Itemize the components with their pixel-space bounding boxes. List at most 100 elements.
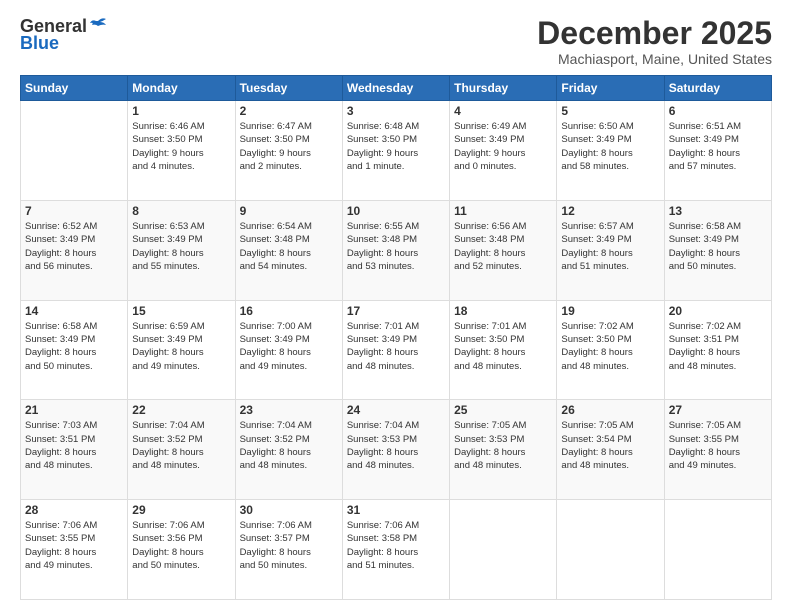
calendar-cell: 13 Sunrise: 6:58 AM Sunset: 3:49 PM Dayli… xyxy=(664,200,771,300)
day-number: 24 xyxy=(347,403,445,417)
day-number: 17 xyxy=(347,304,445,318)
day-info: Sunrise: 7:05 AM Sunset: 3:53 PM Dayligh… xyxy=(454,419,552,472)
day-number: 26 xyxy=(561,403,659,417)
weekday-header: Monday xyxy=(128,76,235,101)
calendar-cell: 18 Sunrise: 7:01 AM Sunset: 3:50 PM Dayli… xyxy=(450,300,557,400)
day-number: 7 xyxy=(25,204,123,218)
day-number: 19 xyxy=(561,304,659,318)
calendar-cell: 27 Sunrise: 7:05 AM Sunset: 3:55 PM Dayli… xyxy=(664,400,771,500)
day-number: 25 xyxy=(454,403,552,417)
day-info: Sunrise: 6:58 AM Sunset: 3:49 PM Dayligh… xyxy=(25,320,123,373)
calendar-cell: 19 Sunrise: 7:02 AM Sunset: 3:50 PM Dayli… xyxy=(557,300,664,400)
day-number: 28 xyxy=(25,503,123,517)
day-info: Sunrise: 7:04 AM Sunset: 3:53 PM Dayligh… xyxy=(347,419,445,472)
calendar-table: SundayMondayTuesdayWednesdayThursdayFrid… xyxy=(20,75,772,600)
day-info: Sunrise: 6:46 AM Sunset: 3:50 PM Dayligh… xyxy=(132,120,230,173)
day-number: 15 xyxy=(132,304,230,318)
calendar-cell: 22Sunrise: 7:04 AM Sunset: 3:52 PM Dayli… xyxy=(128,400,235,500)
day-number: 4 xyxy=(454,104,552,118)
day-info: Sunrise: 6:51 AM Sunset: 3:49 PM Dayligh… xyxy=(669,120,767,173)
day-info: Sunrise: 6:48 AM Sunset: 3:50 PM Dayligh… xyxy=(347,120,445,173)
day-number: 27 xyxy=(669,403,767,417)
calendar-week-row: 21 Sunrise: 7:03 AM Sunset: 3:51 PM Dayli… xyxy=(21,400,772,500)
calendar-cell: 24 Sunrise: 7:04 AM Sunset: 3:53 PM Dayli… xyxy=(342,400,449,500)
day-number: 21 xyxy=(25,403,123,417)
weekday-header: Saturday xyxy=(664,76,771,101)
day-number: 20 xyxy=(669,304,767,318)
header: General Blue December 2025 Machiasport, … xyxy=(20,16,772,67)
title-area: December 2025 Machiasport, Maine, United… xyxy=(537,16,772,67)
calendar-week-row: 28 Sunrise: 7:06 AM Sunset: 3:55 PM Dayli… xyxy=(21,500,772,600)
calendar-cell: 14Sunrise: 6:58 AM Sunset: 3:49 PM Dayli… xyxy=(21,300,128,400)
day-number: 10 xyxy=(347,204,445,218)
calendar-cell: 11 Sunrise: 6:56 AM Sunset: 3:48 PM Dayli… xyxy=(450,200,557,300)
day-info: Sunrise: 7:01 AM Sunset: 3:50 PM Dayligh… xyxy=(454,320,552,373)
calendar-cell xyxy=(21,101,128,201)
calendar-cell: 12Sunrise: 6:57 AM Sunset: 3:49 PM Dayli… xyxy=(557,200,664,300)
day-info: Sunrise: 6:54 AM Sunset: 3:48 PM Dayligh… xyxy=(240,220,338,273)
day-info: Sunrise: 6:50 AM Sunset: 3:49 PM Dayligh… xyxy=(561,120,659,173)
day-info: Sunrise: 6:58 AM Sunset: 3:49 PM Dayligh… xyxy=(669,220,767,273)
day-number: 2 xyxy=(240,104,338,118)
day-info: Sunrise: 7:00 AM Sunset: 3:49 PM Dayligh… xyxy=(240,320,338,373)
day-info: Sunrise: 6:47 AM Sunset: 3:50 PM Dayligh… xyxy=(240,120,338,173)
day-info: Sunrise: 6:53 AM Sunset: 3:49 PM Dayligh… xyxy=(132,220,230,273)
calendar-cell: 2 Sunrise: 6:47 AM Sunset: 3:50 PM Daylig… xyxy=(235,101,342,201)
calendar-cell: 17 Sunrise: 7:01 AM Sunset: 3:49 PM Dayli… xyxy=(342,300,449,400)
calendar-cell: 21 Sunrise: 7:03 AM Sunset: 3:51 PM Dayli… xyxy=(21,400,128,500)
location: Machiasport, Maine, United States xyxy=(537,51,772,67)
calendar-cell: 29Sunrise: 7:06 AM Sunset: 3:56 PM Dayli… xyxy=(128,500,235,600)
month-title: December 2025 xyxy=(537,16,772,51)
day-number: 16 xyxy=(240,304,338,318)
calendar-cell: 26 Sunrise: 7:05 AM Sunset: 3:54 PM Dayli… xyxy=(557,400,664,500)
day-number: 31 xyxy=(347,503,445,517)
day-number: 13 xyxy=(669,204,767,218)
calendar-cell: 16 Sunrise: 7:00 AM Sunset: 3:49 PM Dayli… xyxy=(235,300,342,400)
calendar-cell xyxy=(664,500,771,600)
calendar-cell: 5 Sunrise: 6:50 AM Sunset: 3:49 PM Daylig… xyxy=(557,101,664,201)
calendar-cell: 8 Sunrise: 6:53 AM Sunset: 3:49 PM Daylig… xyxy=(128,200,235,300)
weekday-header: Sunday xyxy=(21,76,128,101)
day-number: 23 xyxy=(240,403,338,417)
day-info: Sunrise: 6:56 AM Sunset: 3:48 PM Dayligh… xyxy=(454,220,552,273)
calendar-cell: 28 Sunrise: 7:06 AM Sunset: 3:55 PM Dayli… xyxy=(21,500,128,600)
calendar-cell xyxy=(557,500,664,600)
calendar-cell: 25 Sunrise: 7:05 AM Sunset: 3:53 PM Dayli… xyxy=(450,400,557,500)
logo: General Blue xyxy=(20,16,108,54)
weekday-header: Tuesday xyxy=(235,76,342,101)
day-info: Sunrise: 7:03 AM Sunset: 3:51 PM Dayligh… xyxy=(25,419,123,472)
day-number: 3 xyxy=(347,104,445,118)
day-info: Sunrise: 7:06 AM Sunset: 3:57 PM Dayligh… xyxy=(240,519,338,572)
day-number: 29 xyxy=(132,503,230,517)
day-info: Sunrise: 7:05 AM Sunset: 3:55 PM Dayligh… xyxy=(669,419,767,472)
day-number: 8 xyxy=(132,204,230,218)
calendar-cell: 23 Sunrise: 7:04 AM Sunset: 3:52 PM Dayli… xyxy=(235,400,342,500)
day-number: 5 xyxy=(561,104,659,118)
logo-blue: Blue xyxy=(20,33,59,54)
calendar-cell: 7 Sunrise: 6:52 AM Sunset: 3:49 PM Daylig… xyxy=(21,200,128,300)
day-info: Sunrise: 6:52 AM Sunset: 3:49 PM Dayligh… xyxy=(25,220,123,273)
day-number: 18 xyxy=(454,304,552,318)
day-info: Sunrise: 7:02 AM Sunset: 3:50 PM Dayligh… xyxy=(561,320,659,373)
weekday-header: Thursday xyxy=(450,76,557,101)
calendar-cell: 4Sunrise: 6:49 AM Sunset: 3:49 PM Daylig… xyxy=(450,101,557,201)
day-info: Sunrise: 7:06 AM Sunset: 3:55 PM Dayligh… xyxy=(25,519,123,572)
day-number: 9 xyxy=(240,204,338,218)
calendar-header-row: SundayMondayTuesdayWednesdayThursdayFrid… xyxy=(21,76,772,101)
calendar-week-row: 1 Sunrise: 6:46 AM Sunset: 3:50 PM Daylig… xyxy=(21,101,772,201)
day-info: Sunrise: 7:05 AM Sunset: 3:54 PM Dayligh… xyxy=(561,419,659,472)
calendar-cell: 9 Sunrise: 6:54 AM Sunset: 3:48 PM Daylig… xyxy=(235,200,342,300)
calendar-cell: 3 Sunrise: 6:48 AM Sunset: 3:50 PM Daylig… xyxy=(342,101,449,201)
day-number: 1 xyxy=(132,104,230,118)
day-info: Sunrise: 7:02 AM Sunset: 3:51 PM Dayligh… xyxy=(669,320,767,373)
calendar-cell: 15Sunrise: 6:59 AM Sunset: 3:49 PM Dayli… xyxy=(128,300,235,400)
calendar-cell: 30Sunrise: 7:06 AM Sunset: 3:57 PM Dayli… xyxy=(235,500,342,600)
day-info: Sunrise: 7:04 AM Sunset: 3:52 PM Dayligh… xyxy=(240,419,338,472)
day-number: 11 xyxy=(454,204,552,218)
calendar-week-row: 7 Sunrise: 6:52 AM Sunset: 3:49 PM Daylig… xyxy=(21,200,772,300)
day-number: 22 xyxy=(132,403,230,417)
calendar-cell: 20 Sunrise: 7:02 AM Sunset: 3:51 PM Dayli… xyxy=(664,300,771,400)
day-info: Sunrise: 6:57 AM Sunset: 3:49 PM Dayligh… xyxy=(561,220,659,273)
day-info: Sunrise: 7:01 AM Sunset: 3:49 PM Dayligh… xyxy=(347,320,445,373)
calendar-cell: 10Sunrise: 6:55 AM Sunset: 3:48 PM Dayli… xyxy=(342,200,449,300)
